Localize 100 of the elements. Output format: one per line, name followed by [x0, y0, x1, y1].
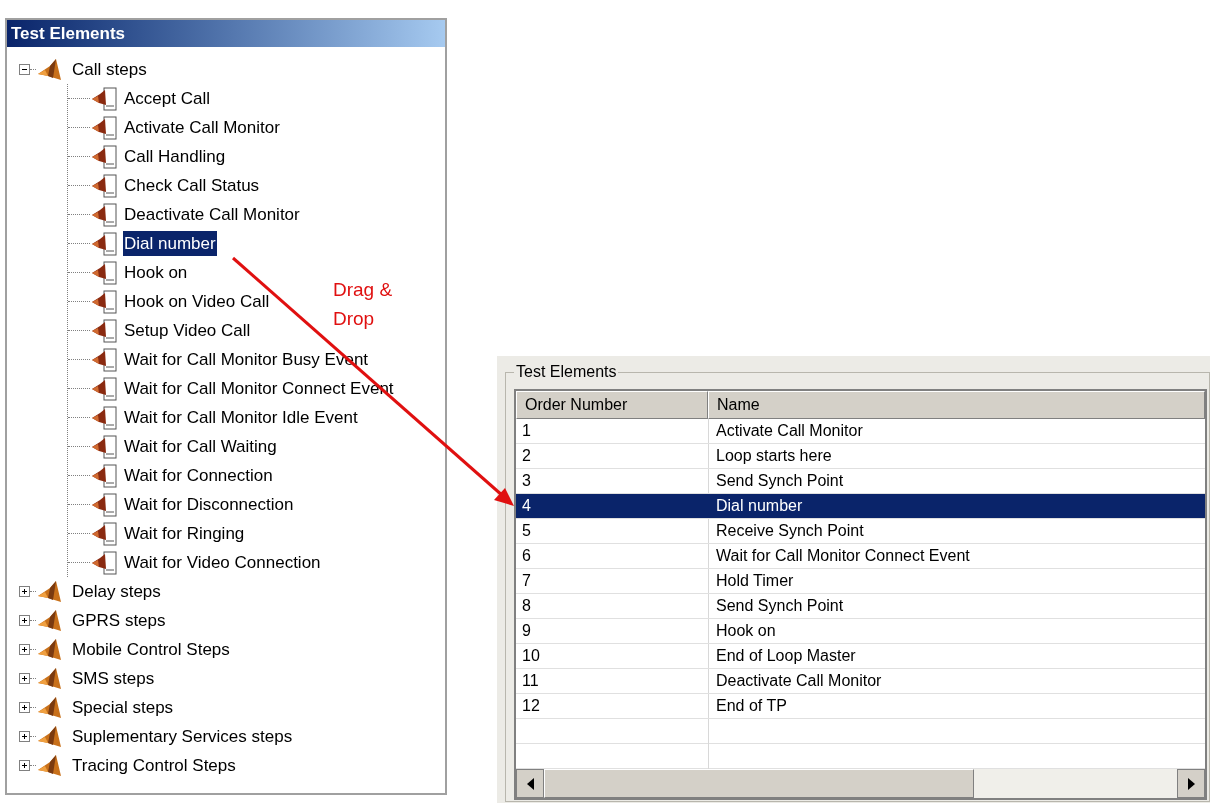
table-row[interactable]: 11 Deactivate Call Monitor [516, 669, 1205, 694]
name-cell-text: Hold Timer [715, 571, 795, 591]
right-arrow-icon [1187, 777, 1195, 790]
step-icon [90, 375, 118, 402]
tree-item[interactable]: Setup Video Call [123, 317, 252, 344]
tree-item[interactable]: Wait for Disconnection [123, 491, 295, 518]
step-icon [90, 201, 118, 228]
tree-item[interactable]: Dial number [123, 230, 217, 257]
table-row[interactable]: 8 Send Synch Point [516, 594, 1205, 619]
drag-drop-label: Drag & Drop [333, 278, 394, 331]
expand-toggle[interactable] [19, 673, 30, 684]
step-icon [90, 346, 118, 373]
tree-item[interactable]: Deactivate Call Monitor [123, 201, 301, 228]
step-icon [90, 317, 118, 344]
plus-icon [21, 733, 28, 740]
order-cell-text: 6 [521, 546, 532, 566]
tree-group[interactable]: Mobile Control Steps [71, 636, 231, 663]
tree-group[interactable]: Special steps [71, 694, 175, 721]
cone-icon [36, 753, 62, 778]
plus-icon [21, 646, 28, 653]
column-header[interactable]: Order Number [516, 391, 708, 419]
step-icon [90, 433, 118, 460]
tree-item[interactable]: Hook on [123, 259, 189, 286]
tree-item[interactable]: Wait for Call Waiting [123, 433, 278, 460]
table-row[interactable]: 2 Loop starts here [516, 444, 1205, 469]
name-cell-text: Wait for Call Monitor Connect Event [715, 546, 971, 566]
tree-item[interactable]: Call Handling [123, 143, 227, 170]
table-row[interactable]: 1 Activate Call Monitor [516, 419, 1205, 444]
tree-group[interactable]: Delay steps [71, 578, 162, 605]
name-cell-text: Send Synch Point [715, 471, 845, 491]
collapse-toggle[interactable] [19, 64, 30, 75]
step-icon [90, 172, 118, 199]
tree-item[interactable]: Check Call Status [123, 172, 261, 199]
tree-group[interactable]: GPRS steps [71, 607, 167, 634]
order-cell-text: 5 [521, 521, 532, 541]
name-cell-text: Receive Synch Point [715, 521, 865, 541]
step-icon [90, 114, 118, 141]
table-row[interactable]: 9 Hook on [516, 619, 1205, 644]
scroll-thumb[interactable] [544, 769, 974, 798]
order-cell-text: 4 [521, 496, 532, 516]
tree-group[interactable]: Call steps [71, 56, 148, 83]
plus-icon [21, 675, 28, 682]
tree-item[interactable]: Wait for Connection [123, 462, 274, 489]
scroll-right-button[interactable] [1177, 769, 1205, 798]
order-cell-text: 10 [521, 646, 541, 666]
table-row[interactable]: 5 Receive Synch Point [516, 519, 1205, 544]
cone-icon [36, 666, 62, 691]
name-cell-text: Activate Call Monitor [715, 421, 864, 441]
plus-icon [21, 617, 28, 624]
table-row[interactable]: 10 End of Loop Master [516, 644, 1205, 669]
order-cell-text: 12 [521, 696, 541, 716]
name-cell-text: Deactivate Call Monitor [715, 671, 883, 691]
expand-toggle[interactable] [19, 615, 30, 626]
step-icon [90, 520, 118, 547]
horizontal-scrollbar[interactable] [516, 769, 1205, 798]
table-row[interactable]: 12 End of TP [516, 694, 1205, 719]
minus-icon [21, 66, 28, 73]
plus-icon [21, 588, 28, 595]
column-header[interactable]: Name [708, 391, 1205, 419]
plus-icon [21, 762, 28, 769]
name-cell-text: End of Loop Master [715, 646, 857, 666]
expand-toggle[interactable] [19, 644, 30, 655]
cone-icon [36, 608, 62, 633]
step-icon [90, 85, 118, 112]
order-cell-text: 2 [521, 446, 532, 466]
tree-item[interactable]: Wait for Call Monitor Idle Event [123, 404, 359, 431]
step-icon [90, 404, 118, 431]
order-cell-text: 3 [521, 471, 532, 491]
tree-group[interactable]: Tracing Control Steps [71, 752, 237, 779]
table-row[interactable]: 6 Wait for Call Monitor Connect Event [516, 544, 1205, 569]
order-cell-text: 8 [521, 596, 532, 616]
tree-item[interactable]: Wait for Ringing [123, 520, 246, 547]
step-icon [90, 491, 118, 518]
tree-item[interactable]: Hook on Video Call [123, 288, 271, 315]
order-cell-text: 11 [521, 671, 540, 691]
scroll-left-button[interactable] [516, 769, 544, 798]
table-row[interactable]: 4 Dial number [516, 494, 1205, 519]
panel-title: Test Elements [7, 20, 445, 47]
expand-toggle[interactable] [19, 760, 30, 771]
step-icon [90, 259, 118, 286]
tree-group[interactable]: Suplementary Services steps [71, 723, 294, 750]
expand-toggle[interactable] [19, 702, 30, 713]
tree-item[interactable]: Wait for Video Connection [123, 549, 322, 576]
left-arrow-icon [526, 777, 534, 790]
tree-group[interactable]: SMS steps [71, 665, 156, 692]
name-cell-text: End of TP [715, 696, 788, 716]
cone-icon [36, 57, 62, 82]
cone-icon [36, 724, 62, 749]
expand-toggle[interactable] [19, 586, 30, 597]
order-cell-text: 1 [521, 421, 532, 441]
expand-toggle[interactable] [19, 731, 30, 742]
step-icon [90, 549, 118, 576]
step-icon [90, 230, 118, 257]
table-row[interactable]: 7 Hold Timer [516, 569, 1205, 594]
tree-item[interactable]: Activate Call Monitor [123, 114, 281, 141]
plus-icon [21, 704, 28, 711]
cone-icon [36, 637, 62, 662]
tree-item[interactable]: Accept Call [123, 85, 211, 112]
name-cell-text: Send Synch Point [715, 596, 845, 616]
cone-icon [36, 695, 62, 720]
